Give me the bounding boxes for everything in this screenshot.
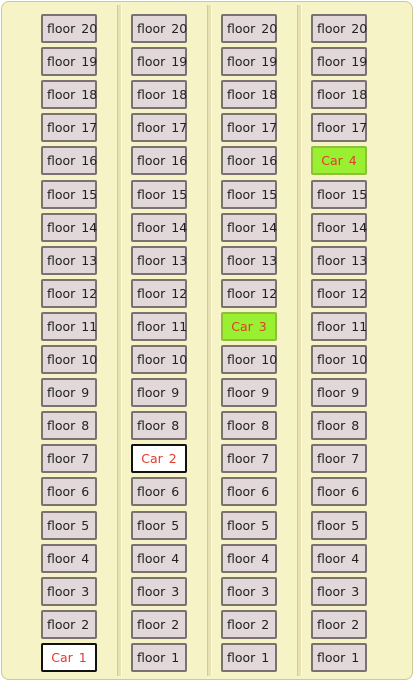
floor-button-19[interactable]: floor 19 (131, 47, 187, 76)
floor-button-15[interactable]: floor 15 (221, 180, 277, 209)
floor-button-11[interactable]: floor 11 (41, 312, 97, 341)
floor-button-3[interactable]: floor 3 (41, 577, 97, 606)
floor-button-10[interactable]: floor 10 (221, 345, 277, 374)
floor-button-16[interactable]: floor 16 (131, 146, 187, 175)
floor-button-16[interactable]: floor 16 (221, 146, 277, 175)
floor-button-1[interactable]: floor 1 (311, 643, 367, 672)
floor-button-17[interactable]: floor 17 (41, 113, 97, 142)
floor-button-5[interactable]: floor 5 (131, 511, 187, 540)
floor-button-14[interactable]: floor 14 (311, 213, 367, 242)
shaft-divider (207, 5, 212, 676)
floor-button-6[interactable]: floor 6 (131, 477, 187, 506)
floor-button-14[interactable]: floor 14 (131, 213, 187, 242)
floor-button-1[interactable]: floor 1 (131, 643, 187, 672)
floor-button-14[interactable]: floor 14 (221, 213, 277, 242)
floor-button-9[interactable]: floor 9 (41, 378, 97, 407)
floor-button-20[interactable]: floor 20 (311, 14, 367, 43)
floor-button-11[interactable]: floor 11 (311, 312, 367, 341)
floor-button-13[interactable]: floor 13 (131, 246, 187, 275)
floor-button-4[interactable]: floor 4 (311, 544, 367, 573)
floor-button-12[interactable]: floor 12 (221, 279, 277, 308)
floor-button-8[interactable]: floor 8 (131, 411, 187, 440)
floor-button-15[interactable]: floor 15 (41, 180, 97, 209)
floor-button-6[interactable]: floor 6 (41, 477, 97, 506)
floor-button-10[interactable]: floor 10 (131, 345, 187, 374)
floor-button-19[interactable]: floor 19 (41, 47, 97, 76)
floor-button-17[interactable]: floor 17 (221, 113, 277, 142)
floor-button-15[interactable]: floor 15 (311, 180, 367, 209)
floor-button-9[interactable]: floor 9 (221, 378, 277, 407)
shaft-divider (297, 5, 302, 676)
floor-button-10[interactable]: floor 10 (41, 345, 97, 374)
floor-button-4[interactable]: floor 4 (221, 544, 277, 573)
floor-button-2[interactable]: floor 2 (131, 610, 187, 639)
floor-button-13[interactable]: floor 13 (311, 246, 367, 275)
floor-button-19[interactable]: floor 19 (221, 47, 277, 76)
floor-button-10[interactable]: floor 10 (311, 345, 367, 374)
floor-button-7[interactable]: floor 7 (221, 444, 277, 473)
floor-button-8[interactable]: floor 8 (311, 411, 367, 440)
floor-button-8[interactable]: floor 8 (221, 411, 277, 440)
floor-button-2[interactable]: floor 2 (221, 610, 277, 639)
floor-button-12[interactable]: floor 12 (311, 279, 367, 308)
elevator-car-2: Car 2 (131, 444, 187, 473)
floor-button-8[interactable]: floor 8 (41, 411, 97, 440)
floor-button-12[interactable]: floor 12 (131, 279, 187, 308)
elevator-panel: floor 20 floor 19 floor 18 floor 17 floor 16… (1, 1, 413, 680)
floor-button-7[interactable]: floor 7 (311, 444, 367, 473)
floor-button-15[interactable]: floor 15 (131, 180, 187, 209)
floor-button-18[interactable]: floor 18 (41, 80, 97, 109)
floor-button-3[interactable]: floor 3 (131, 577, 187, 606)
elevator-car-3: Car 3 (221, 312, 277, 341)
floor-button-13[interactable]: floor 13 (41, 246, 97, 275)
floor-button-3[interactable]: floor 3 (311, 577, 367, 606)
elevator-car-1: Car 1 (41, 643, 97, 672)
floor-button-1[interactable]: floor 1 (221, 643, 277, 672)
floor-button-17[interactable]: floor 17 (131, 113, 187, 142)
floor-button-19[interactable]: floor 19 (311, 47, 367, 76)
floor-button-20[interactable]: floor 20 (41, 14, 97, 43)
shaft-divider (117, 5, 122, 676)
floor-button-5[interactable]: floor 5 (221, 511, 277, 540)
floor-button-4[interactable]: floor 4 (131, 544, 187, 573)
floor-button-16[interactable]: floor 16 (41, 146, 97, 175)
floor-button-13[interactable]: floor 13 (221, 246, 277, 275)
floor-button-9[interactable]: floor 9 (131, 378, 187, 407)
floor-button-7[interactable]: floor 7 (41, 444, 97, 473)
floor-button-2[interactable]: floor 2 (41, 610, 97, 639)
floor-button-6[interactable]: floor 6 (311, 477, 367, 506)
floor-button-5[interactable]: floor 5 (311, 511, 367, 540)
floor-button-20[interactable]: floor 20 (131, 14, 187, 43)
floor-button-5[interactable]: floor 5 (41, 511, 97, 540)
floor-button-12[interactable]: floor 12 (41, 279, 97, 308)
floor-button-18[interactable]: floor 18 (131, 80, 187, 109)
floor-button-18[interactable]: floor 18 (221, 80, 277, 109)
floor-button-2[interactable]: floor 2 (311, 610, 367, 639)
elevator-car-4: Car 4 (311, 146, 367, 175)
floor-button-9[interactable]: floor 9 (311, 378, 367, 407)
floor-button-11[interactable]: floor 11 (131, 312, 187, 341)
floor-button-18[interactable]: floor 18 (311, 80, 367, 109)
floor-button-17[interactable]: floor 17 (311, 113, 367, 142)
floor-button-3[interactable]: floor 3 (221, 577, 277, 606)
floor-button-14[interactable]: floor 14 (41, 213, 97, 242)
floor-button-6[interactable]: floor 6 (221, 477, 277, 506)
floor-button-4[interactable]: floor 4 (41, 544, 97, 573)
floor-button-20[interactable]: floor 20 (221, 14, 277, 43)
